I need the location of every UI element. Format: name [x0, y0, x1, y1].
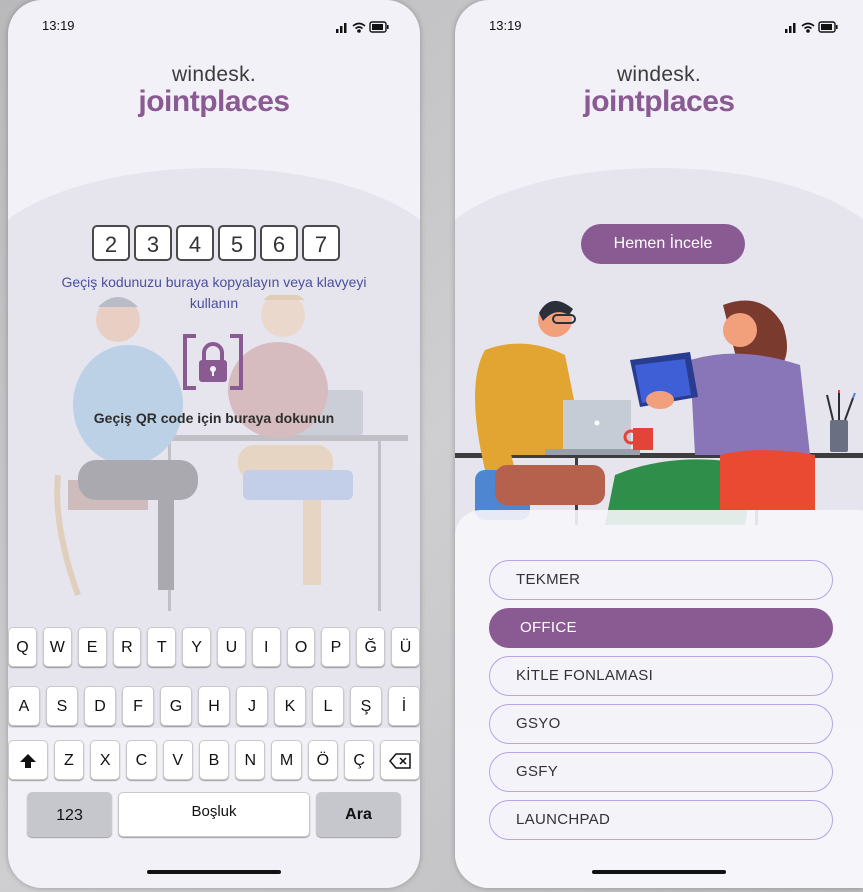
- logo-windesk: windesk.: [616, 63, 702, 86]
- key[interactable]: I: [251, 627, 281, 667]
- logo-jointplaces: jointplaces: [583, 85, 735, 118]
- home-indicator: [147, 870, 281, 874]
- key[interactable]: A: [8, 686, 40, 726]
- key[interactable]: F: [122, 686, 154, 726]
- search-key[interactable]: Ara: [316, 792, 401, 837]
- passcode-digit: 6: [260, 225, 298, 261]
- key[interactable]: Q: [8, 627, 37, 667]
- workspace-option-gsyo[interactable]: GSYO: [489, 704, 833, 744]
- shift-key[interactable]: [8, 740, 48, 780]
- workspace-option-gsfy[interactable]: GSFY: [489, 752, 833, 792]
- key[interactable]: J: [236, 686, 268, 726]
- shift-icon: [19, 753, 36, 768]
- key[interactable]: X: [90, 740, 121, 780]
- battery-icon: [369, 21, 389, 33]
- app-logo: windesk. jointplaces: [455, 64, 863, 118]
- logo-windesk: windesk.: [171, 63, 257, 86]
- people-illustration: [455, 300, 863, 525]
- qr-scan-link[interactable]: Geçiş QR code için buraya dokunun: [8, 410, 420, 426]
- key[interactable]: N: [235, 740, 266, 780]
- app-logo: windesk. jointplaces: [8, 64, 420, 118]
- workspace-option-launchpad[interactable]: LAUNCHPAD: [489, 800, 833, 840]
- status-icons: [336, 21, 389, 33]
- keyboard-row-2: A S D F G H J K L Ş İ: [8, 686, 420, 726]
- passcode-display[interactable]: 2 3 4 5 6 7: [92, 225, 340, 261]
- status-time: 13:19: [42, 18, 75, 33]
- numbers-key[interactable]: 123: [27, 792, 112, 837]
- phone-passcode-screen: 13:19 windesk. jointplaces 2 3 4 5 6 7 G…: [8, 0, 420, 888]
- key[interactable]: S: [46, 686, 78, 726]
- home-indicator: [592, 870, 726, 874]
- key[interactable]: Ğ: [356, 627, 386, 667]
- qr-lock-icon[interactable]: [182, 333, 244, 391]
- keyboard-row-1: Q W E R T Y U I O P Ğ Ü: [8, 627, 420, 667]
- keyboard-row-4: 123 Boşluk Ara: [8, 792, 420, 837]
- key[interactable]: E: [77, 627, 107, 667]
- workspace-option-tekmer[interactable]: TEKMER: [489, 560, 833, 600]
- key[interactable]: Y: [182, 627, 211, 667]
- key[interactable]: B: [198, 740, 230, 780]
- wifi-icon: [801, 22, 815, 33]
- battery-icon: [818, 21, 838, 33]
- status-time: 13:19: [489, 18, 522, 33]
- keyboard-row-3: Z X C V B N M Ö Ç: [8, 740, 420, 780]
- status-bar: 13:19: [489, 18, 841, 38]
- status-icons: [785, 21, 838, 33]
- key[interactable]: O: [286, 627, 316, 667]
- passcode-instruction: Geçiş kodunuzu buraya kopyalayın veya kl…: [61, 274, 367, 311]
- explore-now-button[interactable]: Hemen İncele: [581, 224, 745, 264]
- logo-jointplaces: jointplaces: [138, 85, 290, 118]
- passcode-digit: 3: [134, 225, 172, 261]
- passcode-digit: 4: [176, 225, 214, 261]
- key[interactable]: Ü: [391, 627, 420, 667]
- key[interactable]: D: [84, 686, 116, 726]
- workspace-option-kitle-fonlamasi[interactable]: KİTLE FONLAMASI: [489, 656, 833, 696]
- status-bar: 13:19: [42, 18, 392, 38]
- key[interactable]: L: [312, 686, 344, 726]
- key[interactable]: R: [112, 627, 142, 667]
- passcode-digit: 7: [302, 225, 340, 261]
- passcode-digit: 2: [92, 225, 130, 261]
- key[interactable]: C: [126, 740, 157, 780]
- wifi-icon: [352, 22, 366, 33]
- key[interactable]: W: [42, 627, 72, 667]
- key[interactable]: U: [217, 627, 246, 667]
- phone-workspace-screen: 13:19 windesk. jointplaces Hemen İncele: [455, 0, 863, 888]
- key[interactable]: K: [274, 686, 306, 726]
- signal-icon: [785, 23, 796, 33]
- onscreen-keyboard: Q W E R T Y U I O P Ğ Ü A S D F G H J K …: [8, 615, 420, 855]
- signal-icon: [336, 23, 347, 33]
- passcode-digit: 5: [218, 225, 256, 261]
- key[interactable]: Z: [53, 740, 85, 780]
- workspace-option-office[interactable]: OFFICE: [489, 608, 833, 648]
- key[interactable]: V: [162, 740, 193, 780]
- key[interactable]: Ö: [307, 740, 338, 780]
- key[interactable]: H: [198, 686, 230, 726]
- backspace-icon: [389, 753, 411, 769]
- key[interactable]: Ş: [350, 686, 382, 726]
- key[interactable]: M: [271, 740, 302, 780]
- backspace-key[interactable]: [380, 740, 420, 780]
- key[interactable]: T: [147, 627, 177, 667]
- key[interactable]: İ: [388, 686, 420, 726]
- space-key[interactable]: Boşluk: [118, 792, 310, 837]
- key[interactable]: G: [160, 686, 192, 726]
- key[interactable]: Ç: [343, 740, 375, 780]
- key[interactable]: P: [321, 627, 351, 667]
